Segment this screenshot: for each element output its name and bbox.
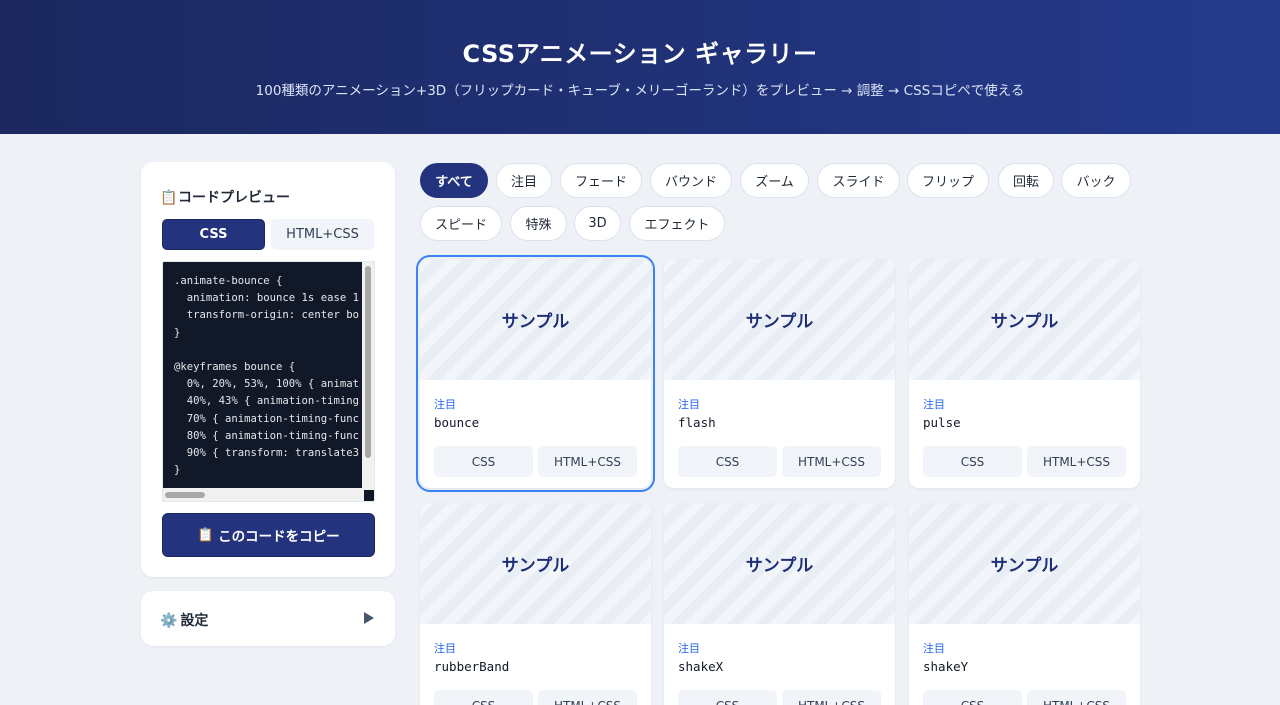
code-text: .animate-bounce { animation: bounce 1s e… (174, 275, 359, 477)
tab-css[interactable]: CSS (162, 219, 265, 250)
card-css-button[interactable]: CSS (678, 690, 777, 705)
card-category: 注目 (923, 398, 945, 411)
card-animation-name: rubberBand (434, 659, 510, 674)
card-html-css-button[interactable]: HTML+CSS (782, 690, 881, 705)
filter-chip[interactable]: バック (1061, 163, 1131, 198)
animation-card[interactable]: サンプル注目 flash CSS HTML+CSS (664, 259, 895, 488)
card-css-button[interactable]: CSS (678, 446, 777, 477)
settings-label-text: 設定 (180, 613, 209, 629)
filter-chip[interactable]: 注目 (496, 163, 552, 198)
animation-preview[interactable]: サンプル (420, 503, 651, 624)
card-animation-name: bounce (434, 415, 480, 430)
filter-chip[interactable]: 3D (574, 206, 621, 241)
tab-html-css[interactable]: HTML+CSS (271, 219, 374, 250)
page-subtitle: 100種類のアニメーション+3D（フリップカード・キューブ・メリーゴーランド）を… (255, 83, 1025, 99)
filter-chip[interactable]: フリップ (907, 163, 989, 198)
settings-panel[interactable]: ⚙️ 設定 (141, 591, 395, 646)
clipboard-icon: 📋 (197, 527, 215, 543)
vertical-scroll-thumb[interactable] (365, 266, 371, 458)
filter-chip[interactable]: フェード (560, 163, 642, 198)
card-html-css-button[interactable]: HTML+CSS (1027, 690, 1126, 705)
filter-chip[interactable]: スピード (420, 206, 502, 241)
card-category: 注目 (434, 398, 456, 411)
card-category: 注目 (923, 642, 945, 655)
code-preview-title: 📋コードプレビュー (160, 187, 290, 207)
filter-chip[interactable]: すべて (420, 163, 488, 198)
gear-icon: ⚙️ (160, 613, 178, 629)
animation-card[interactable]: サンプル注目 shakeY CSS HTML+CSS (909, 503, 1140, 705)
animation-preview[interactable]: サンプル (909, 259, 1140, 380)
page-title: CSSアニメーション ギャラリー (462, 40, 818, 68)
card-animation-name: flash (678, 415, 716, 430)
animation-preview[interactable]: サンプル (420, 259, 651, 380)
card-animation-name: shakeX (678, 659, 724, 674)
filter-chip[interactable]: バウンド (650, 163, 732, 198)
animation-preview[interactable]: サンプル (664, 259, 895, 380)
card-css-button[interactable]: CSS (434, 446, 533, 477)
filter-chip[interactable]: ズーム (740, 163, 809, 198)
card-html-css-button[interactable]: HTML+CSS (782, 446, 881, 477)
clipboard-icon: 📋 (160, 190, 178, 206)
filter-chip[interactable]: スライド (817, 163, 900, 198)
filter-chip[interactable]: エフェクト (629, 206, 725, 241)
animation-card[interactable]: サンプル注目 bounce CSS HTML+CSS (416, 255, 655, 492)
animation-card[interactable]: サンプル注目 shakeX CSS HTML+CSS (664, 503, 895, 705)
copy-code-label: このコードをコピー (218, 529, 340, 545)
card-html-css-button[interactable]: HTML+CSS (538, 446, 637, 477)
expand-arrow-icon[interactable] (364, 612, 374, 624)
page-header: CSSアニメーション ギャラリー 100種類のアニメーション+3D（フリップカー… (0, 0, 1280, 134)
code-preview-panel: 📋コードプレビュー CSS HTML+CSS .animate-bounce {… (141, 162, 395, 577)
card-category: 注目 (678, 642, 700, 655)
card-css-button[interactable]: CSS (434, 690, 533, 705)
card-animation-name: pulse (923, 415, 961, 430)
horizontal-scroll-thumb[interactable] (165, 492, 205, 498)
card-html-css-button[interactable]: HTML+CSS (1027, 446, 1126, 477)
card-css-button[interactable]: CSS (923, 446, 1022, 477)
copy-code-button[interactable]: 📋 このコードをコピー (162, 513, 375, 557)
card-category: 注目 (434, 642, 456, 655)
code-view[interactable]: .animate-bounce { animation: bounce 1s e… (162, 261, 375, 502)
settings-label: ⚙️ 設定 (160, 610, 208, 630)
horizontal-scrollbar[interactable] (163, 488, 364, 501)
code-preview-title-text: コードプレビュー (178, 190, 290, 206)
card-category: 注目 (678, 398, 700, 411)
animation-preview[interactable]: サンプル (664, 503, 895, 624)
filter-chip[interactable]: 回転 (998, 163, 1054, 198)
animation-card[interactable]: サンプル注目 rubberBand CSS HTML+CSS (420, 503, 651, 705)
animation-card[interactable]: サンプル注目 pulse CSS HTML+CSS (909, 259, 1140, 488)
card-animation-name: shakeY (923, 659, 969, 674)
card-html-css-button[interactable]: HTML+CSS (538, 690, 637, 705)
filter-chip[interactable]: 特殊 (510, 206, 567, 241)
animation-preview[interactable]: サンプル (909, 503, 1140, 624)
card-css-button[interactable]: CSS (923, 690, 1022, 705)
vertical-scrollbar[interactable] (362, 262, 374, 490)
